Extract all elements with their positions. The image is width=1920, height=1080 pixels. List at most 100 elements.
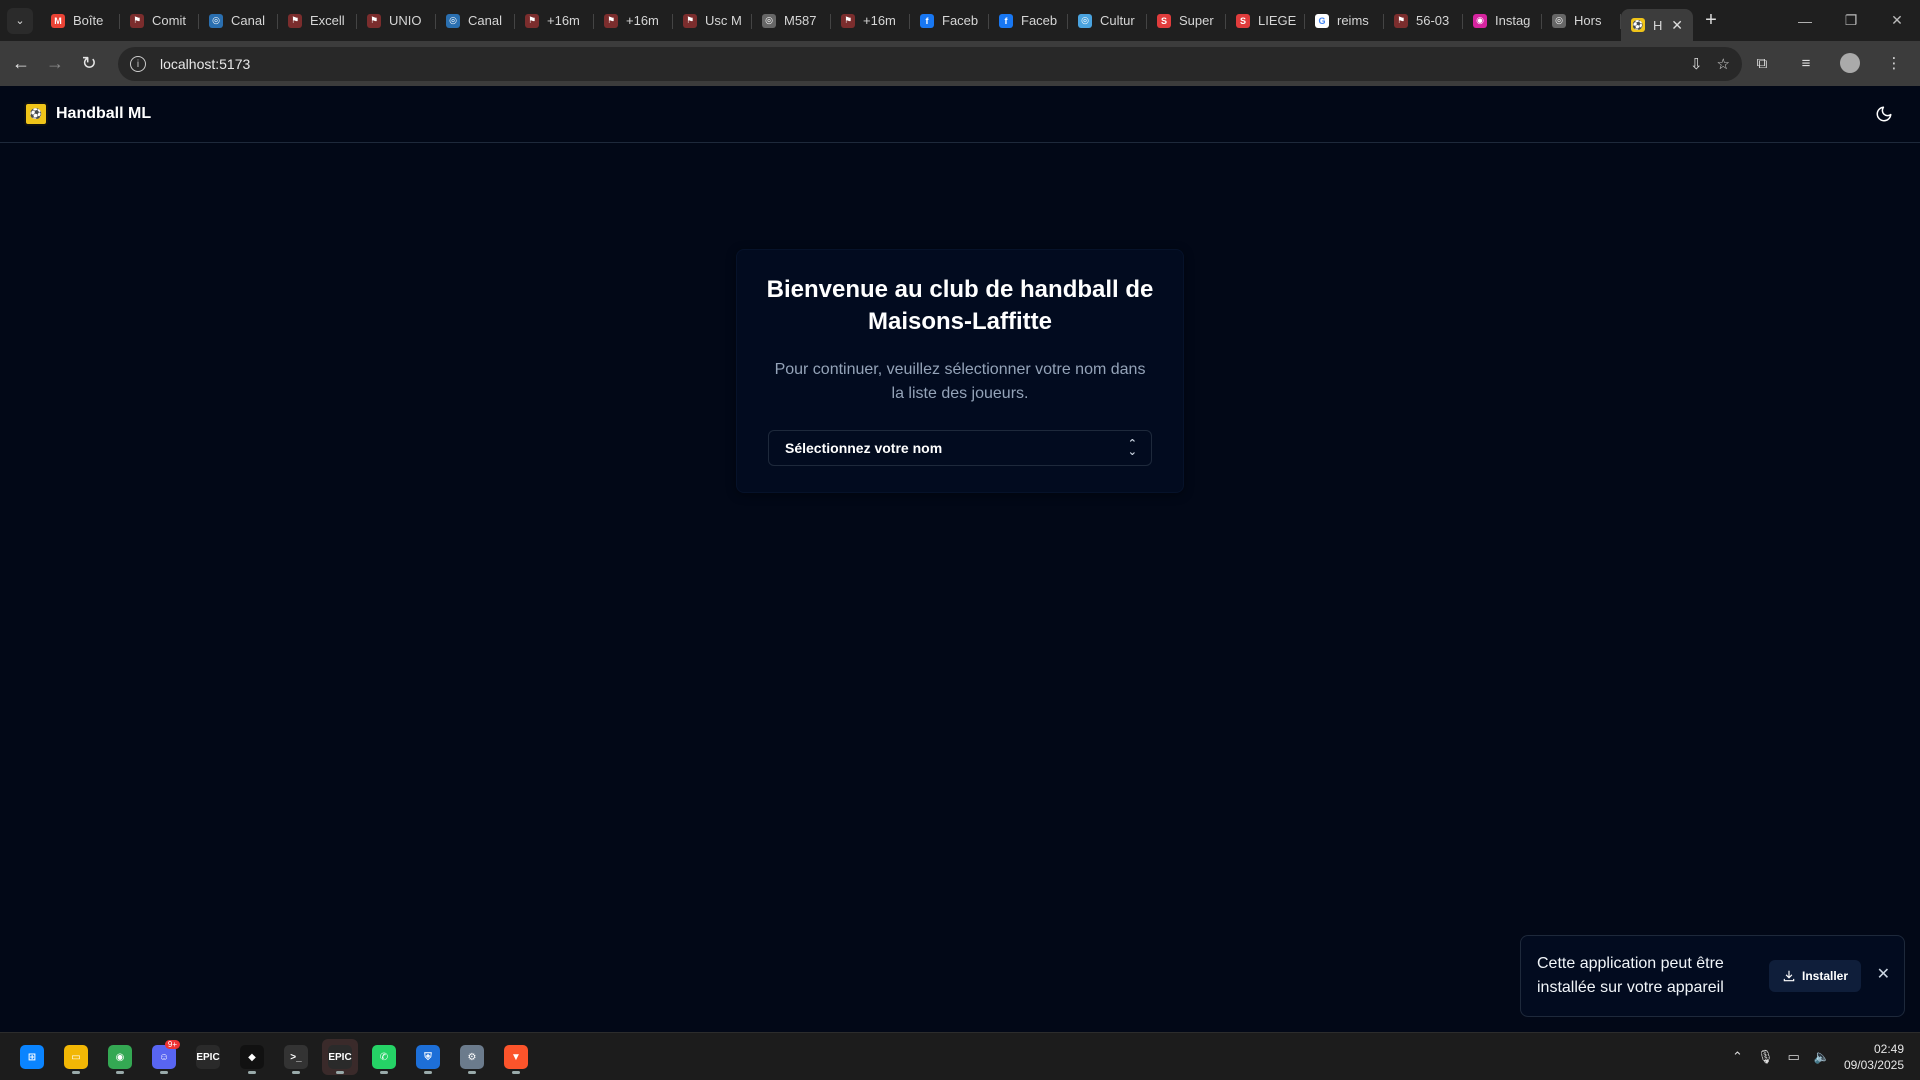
tab-title: LIEGE: [1258, 13, 1297, 28]
browser-tab[interactable]: f Faceb: [989, 5, 1068, 37]
file-explorer-glyph: ▭: [64, 1045, 88, 1069]
volume-icon[interactable]: 🔈: [1814, 1049, 1830, 1065]
media-controls-icon[interactable]: ≡: [1792, 47, 1820, 79]
tab-title: Canal: [231, 13, 265, 28]
terminal-icon[interactable]: >_: [278, 1039, 314, 1075]
epic-games-launcher-icon[interactable]: EPIC: [322, 1039, 358, 1075]
tab-list: M Boîte ⚑ Comit ◎ Canal ⚑ Excell ⚑ UNIO ◎ Canal ⚑ +16…: [41, 0, 1621, 41]
close-tab-icon[interactable]: ✕: [1671, 17, 1683, 34]
rocket-league-icon[interactable]: ⛨: [410, 1039, 446, 1075]
handball-ml-icon: ⚽: [1631, 18, 1645, 32]
browser-tab[interactable]: ⚑ +16m: [594, 5, 673, 37]
browser-tab[interactable]: ⚑ Excell: [278, 5, 357, 37]
discord-icon[interactable]: ☺ 9+: [146, 1039, 182, 1075]
running-indicator: [336, 1071, 344, 1074]
browser-tabstrip: ⌄ M Boîte ⚑ Comit ◎ Canal ⚑ Excell ⚑ UNIO ◎ Canal ⚑ +…: [0, 0, 1920, 41]
epic-games-icon[interactable]: EPIC: [190, 1039, 226, 1075]
browser-tab[interactable]: ◉ Instag: [1463, 5, 1542, 37]
instagram-icon: ◉: [1473, 13, 1487, 28]
browser-tab[interactable]: ⚑ Usc M: [673, 5, 752, 37]
browser-tab[interactable]: f Faceb: [910, 5, 989, 37]
url-text[interactable]: localhost:5173: [160, 56, 250, 72]
settings-icon[interactable]: ⚙: [454, 1039, 490, 1075]
tab-active[interactable]: ⚽ H ✕: [1621, 9, 1693, 41]
tab-title: reims: [1337, 13, 1369, 28]
tab-title: Comit: [152, 13, 186, 28]
globe-icon: ◎: [1552, 13, 1566, 28]
toast-message: Cette application peut être installée su…: [1537, 955, 1724, 996]
tray-overflow-icon[interactable]: ⌃: [1732, 1049, 1743, 1065]
running-indicator: [160, 1071, 168, 1074]
browser-tab[interactable]: ◎ Canal: [199, 5, 278, 37]
chrome-icon[interactable]: ◉: [102, 1039, 138, 1075]
browser-tab[interactable]: S LIEGE: [1226, 5, 1305, 37]
back-button[interactable]: ←: [4, 47, 38, 81]
windows-start-icon[interactable]: ⊞: [14, 1039, 50, 1075]
browser-tab[interactable]: ◎ Cultur: [1068, 5, 1147, 37]
tab-title: +16m: [547, 13, 580, 28]
terminal-glyph: >_: [284, 1045, 308, 1069]
minimize-button[interactable]: —: [1782, 0, 1828, 41]
browser-menu-icon[interactable]: ⋮: [1880, 47, 1908, 79]
profile-avatar-icon[interactable]: [1836, 47, 1864, 79]
browser-tab[interactable]: ⚑ Comit: [120, 5, 199, 37]
tab-title: +16m: [863, 13, 896, 28]
tab-title: Faceb: [942, 13, 979, 28]
unity-glyph: ◆: [240, 1045, 264, 1069]
install-app-icon[interactable]: ⇩: [1690, 55, 1703, 73]
player-name-select[interactable]: Sélectionnez votre nom ⌃ ⌄: [768, 430, 1152, 466]
theme-toggle-button[interactable]: [1872, 102, 1896, 126]
running-indicator: [380, 1071, 388, 1074]
whatsapp-glyph: ✆: [372, 1045, 396, 1069]
install-label: Installer: [1801, 969, 1849, 983]
browser-tab[interactable]: ◎ M587: [752, 5, 831, 37]
welcome-text: Pour continuer, veuillez sélectionner vo…: [774, 361, 1146, 402]
file-explorer-icon[interactable]: ▭: [58, 1039, 94, 1075]
install-button[interactable]: Installer: [1769, 960, 1861, 992]
tab-title: Faceb: [1021, 13, 1058, 28]
gmail-icon: M: [51, 13, 65, 28]
brave-icon[interactable]: ▼: [498, 1039, 534, 1075]
club-logo[interactable]: ⚽: [24, 102, 48, 126]
unity-icon[interactable]: ◆: [234, 1039, 270, 1075]
running-indicator: [424, 1071, 432, 1074]
tab-title: 56-03: [1416, 13, 1450, 28]
tab-title: Excell: [310, 13, 345, 28]
browser-tab[interactable]: Greims: [1305, 5, 1384, 37]
browser-tab[interactable]: ⚑ UNIO: [357, 5, 436, 37]
site-info-icon[interactable]: i: [130, 56, 146, 72]
extensions-icon[interactable]: ⧉: [1748, 47, 1776, 79]
reload-button[interactable]: ↻: [72, 47, 106, 81]
browser-tab[interactable]: ◎ Hors: [1542, 5, 1621, 37]
select-placeholder: Sélectionnez votre nom: [785, 440, 943, 456]
handball-icon: ⚑: [841, 13, 855, 28]
clock[interactable]: 02:49 09/03/2025: [1844, 1041, 1904, 1073]
tab-search-button[interactable]: ⌄: [7, 7, 33, 34]
browser-tab[interactable]: ⚑ +16m: [515, 5, 594, 37]
browser-tab[interactable]: M Boîte: [41, 5, 120, 37]
network-icon[interactable]: ▭: [1787, 1049, 1799, 1065]
browser-tab[interactable]: ⚑ 56-03: [1384, 5, 1463, 37]
whatsapp-icon[interactable]: ✆: [366, 1039, 402, 1075]
forward-button[interactable]: →: [38, 47, 72, 81]
microphone-icon[interactable]: 🎙: [1757, 1049, 1774, 1065]
browser-tab[interactable]: ⚑ +16m: [831, 5, 910, 37]
browser-tab[interactable]: S Super: [1147, 5, 1226, 37]
restore-button[interactable]: ❐: [1828, 0, 1874, 41]
tab-title: Cultur: [1100, 13, 1135, 28]
bookmark-star-icon[interactable]: ☆: [1717, 55, 1730, 73]
browser-toolbar: ← → ↻ i localhost:5173 ⇩ ☆ ⧉ ≡ ⋮: [0, 41, 1920, 86]
address-bar[interactable]: i localhost:5173 ⇩ ☆: [118, 47, 1742, 81]
browser-tab[interactable]: ◎ Canal: [436, 5, 515, 37]
handball-icon: ⚑: [288, 13, 302, 28]
close-window-button[interactable]: ✕: [1874, 0, 1920, 41]
facebook-icon: f: [999, 13, 1013, 28]
tab-title: Boîte: [73, 13, 104, 28]
window-controls: — ❐ ✕: [1782, 0, 1920, 41]
brand-name[interactable]: Handball ML: [56, 105, 151, 123]
handball-icon: ⚑: [367, 13, 381, 28]
facebook-icon: f: [920, 13, 934, 28]
close-toast-icon[interactable]: ✕: [1877, 964, 1890, 984]
new-tab-button[interactable]: +: [1697, 7, 1725, 35]
rocket-league-glyph: ⛨: [416, 1045, 440, 1069]
